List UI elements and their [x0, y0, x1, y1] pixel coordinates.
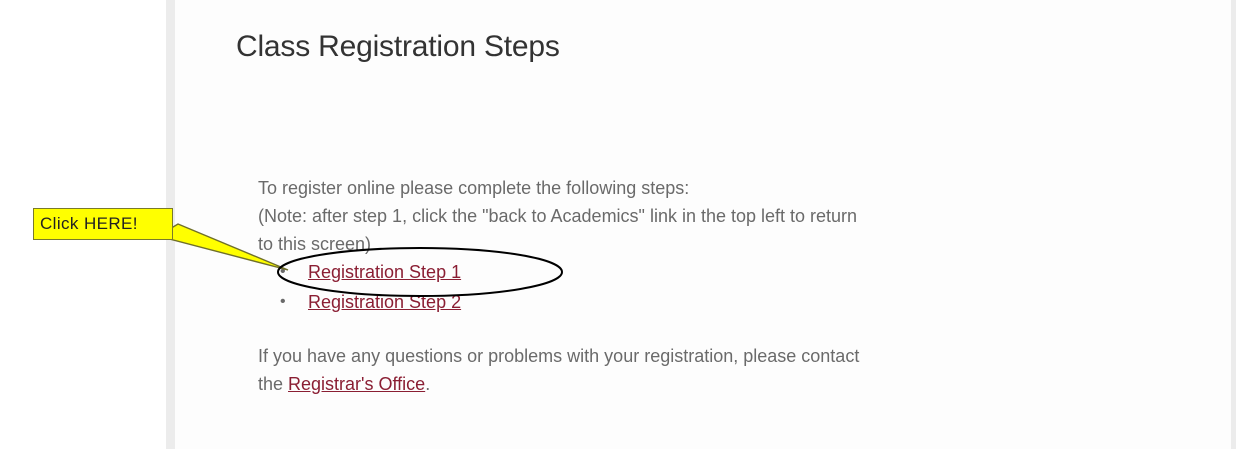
- click-here-callout: Click HERE!: [33, 208, 173, 240]
- bullet-icon: •: [280, 293, 286, 310]
- list-item: • Registration Step 1: [258, 258, 461, 288]
- registration-steps-list: • Registration Step 1 • Registration Ste…: [258, 258, 461, 318]
- page-title: Class Registration Steps: [236, 30, 560, 63]
- contact-text-line-2: the Registrar's Office.: [258, 370, 430, 398]
- note-text-line-1: (Note: after step 1, click the "back to …: [258, 206, 858, 226]
- intro-text: To register online please complete the f…: [258, 178, 690, 198]
- contact-text-suffix: .: [425, 374, 431, 394]
- list-item: • Registration Step 2: [258, 288, 461, 318]
- bullet-icon: •: [280, 263, 286, 280]
- registrars-office-link[interactable]: Registrar's Office: [288, 374, 425, 394]
- registration-step-2-link[interactable]: Registration Step 2: [308, 292, 461, 312]
- note-text-line-2: to this screen): [258, 234, 372, 254]
- contact-text-line-1: If you have any questions or problems wi…: [258, 346, 860, 366]
- page: Class Registration Steps To register onl…: [0, 0, 1241, 449]
- contact-text-prefix: the: [258, 374, 289, 394]
- registration-step-1-link[interactable]: Registration Step 1: [308, 262, 461, 282]
